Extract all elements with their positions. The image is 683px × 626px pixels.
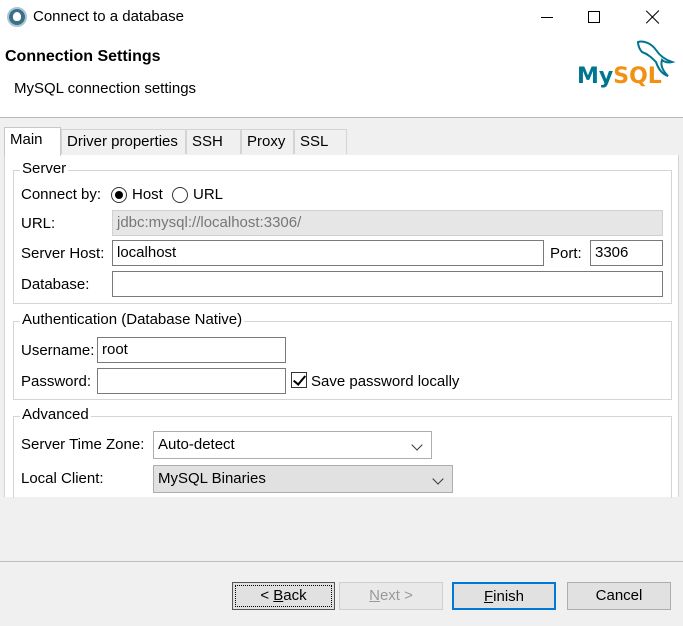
minimize-icon	[541, 16, 553, 18]
mysql-logo: MySQL	[572, 36, 676, 96]
minimize-button[interactable]	[524, 0, 570, 34]
password-input[interactable]	[97, 368, 286, 394]
server-group: Server Connect by: Host URL URL: jdbc:my…	[13, 160, 672, 304]
save-password-checkbox[interactable]	[291, 372, 307, 388]
tab-proxy[interactable]: Proxy	[241, 129, 294, 154]
server-time-zone-label: Server Time Zone:	[21, 436, 145, 453]
local-client-dropdown[interactable]: MySQL Binaries	[153, 465, 453, 493]
advanced-group-label: Advanced	[20, 406, 91, 423]
server-host-label: Server Host:	[21, 245, 105, 262]
logo-sql: SQL	[613, 64, 662, 89]
close-icon	[646, 10, 660, 24]
database-label: Database:	[21, 276, 90, 293]
url-field: jdbc:mysql://localhost:3306/	[112, 210, 663, 236]
server-time-zone-value: Auto-detect	[158, 436, 235, 453]
url-radio-label[interactable]: URL	[193, 186, 223, 203]
maximize-button[interactable]	[571, 0, 617, 34]
maximize-icon	[588, 11, 600, 23]
advanced-group: Advanced Server Time Zone: Auto-detect L…	[13, 406, 672, 498]
connect-by-label: Connect by:	[21, 186, 102, 203]
logo-my: My	[577, 64, 614, 89]
username-input[interactable]: root	[97, 337, 286, 363]
save-password-label[interactable]: Save password locally	[311, 373, 459, 390]
database-input[interactable]	[112, 271, 663, 297]
port-label: Port:	[550, 245, 582, 262]
page-subtitle: MySQL connection settings	[14, 80, 197, 97]
server-host-input[interactable]: localhost	[112, 240, 544, 266]
dbeaver-app-icon	[7, 7, 27, 27]
url-radio[interactable]	[172, 187, 188, 203]
close-button[interactable]	[630, 0, 676, 34]
tab-driver-properties[interactable]: Driver properties	[61, 129, 186, 154]
window-title: Connect to a database	[33, 8, 184, 25]
tab-main[interactable]: Main	[4, 127, 61, 156]
server-time-zone-dropdown[interactable]: Auto-detect	[153, 431, 432, 459]
wizard-header: Connection Settings MySQL connection set…	[0, 34, 683, 118]
chevron-down-icon	[411, 439, 423, 451]
authentication-group-label: Authentication (Database Native)	[20, 311, 245, 328]
footer-divider	[0, 561, 683, 562]
server-group-label: Server	[20, 160, 69, 177]
local-client-label: Local Client:	[21, 470, 104, 487]
finish-button[interactable]: Finish	[452, 582, 556, 610]
password-label: Password:	[21, 373, 92, 390]
url-label: URL:	[21, 215, 56, 232]
port-input[interactable]: 3306	[590, 240, 663, 266]
tab-ssl[interactable]: SSL	[294, 129, 347, 154]
host-radio[interactable]	[111, 187, 127, 203]
authentication-group: Authentication (Database Native) Usernam…	[13, 311, 672, 400]
cancel-button[interactable]: Cancel	[567, 582, 671, 610]
host-radio-label[interactable]: Host	[132, 186, 163, 203]
main-tab-panel: Server Connect by: Host URL URL: jdbc:my…	[4, 155, 679, 498]
chevron-down-icon	[432, 473, 444, 485]
tab-ssh[interactable]: SSH	[186, 129, 241, 154]
back-button[interactable]: < Back	[232, 582, 335, 610]
local-client-value: MySQL Binaries	[158, 470, 266, 487]
username-label: Username:	[21, 342, 95, 359]
title-bar: Connect to a database	[0, 0, 683, 34]
tab-bar: Main Driver properties SSH Proxy SSL	[3, 127, 680, 156]
next-button[interactable]: Next >	[339, 582, 443, 610]
page-title: Connection Settings	[5, 48, 161, 65]
